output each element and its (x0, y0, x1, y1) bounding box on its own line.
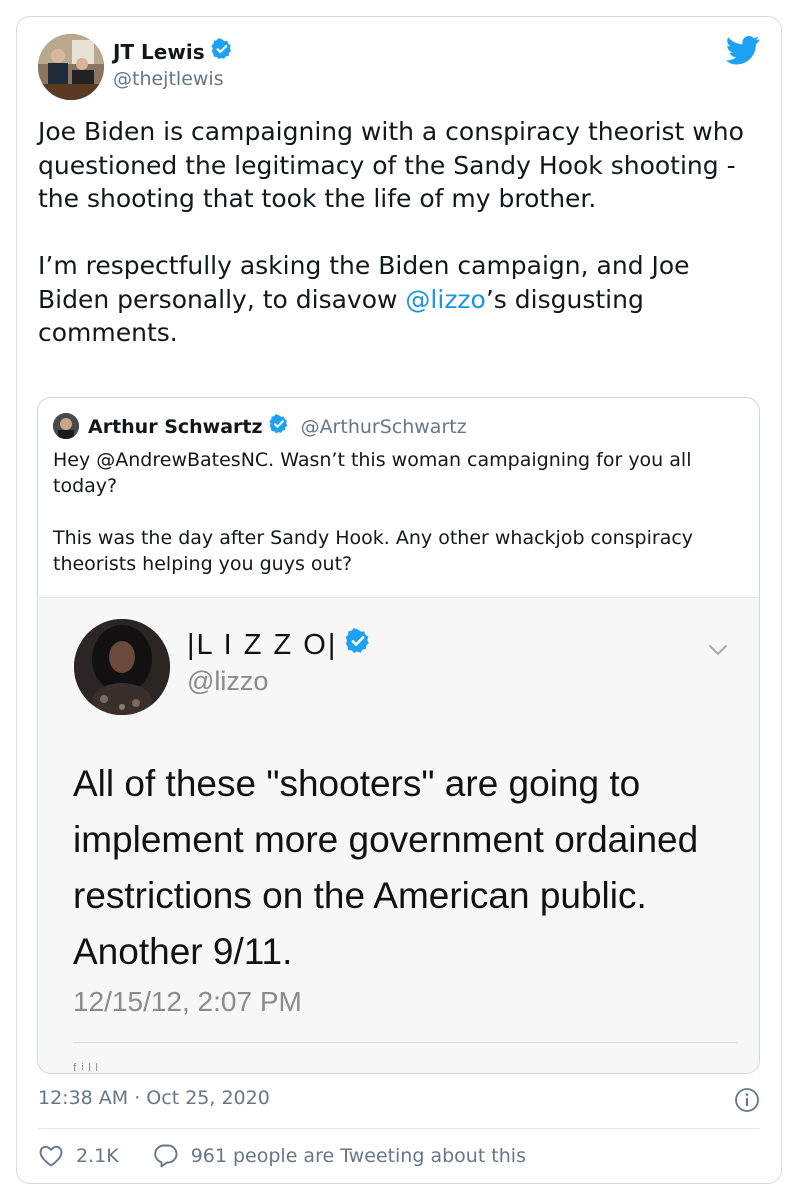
verified-badge-icon (268, 414, 289, 439)
screenshot-author-row: |L I Z Z O| (187, 628, 371, 662)
speech-bubble-icon (153, 1143, 179, 1169)
author-name[interactable]: JT Lewis (113, 40, 205, 64)
screenshot-cut-off-text: ᶠ ⁱ ˡ ˡ (73, 1062, 98, 1074)
lizzo-mention-link[interactable]: @lizzo (405, 285, 485, 314)
tweet-paragraph-1: Joe Biden is campaigning with a conspira… (38, 117, 744, 213)
screenshot-timestamp: 12/15/12, 2:07 PM (73, 986, 302, 1017)
quoted-text: Hey @AndrewBatesNC. Wasn’t this woman ca… (53, 447, 743, 577)
embedded-screenshot-image[interactable]: |L I Z Z O| @lizzo All of these "shooter… (39, 597, 759, 1074)
like-count: 2.1K (76, 1145, 119, 1167)
quoted-author-avatar[interactable] (53, 413, 79, 439)
quoted-author-handle[interactable]: @ArthurSchwartz (301, 416, 467, 438)
screenshot-author-handle: @lizzo (187, 666, 269, 696)
tweet-actions: 2.1K 961 people are Tweeting about this (38, 1143, 560, 1169)
screenshot-author-name: |L I Z Z O| (187, 628, 338, 661)
screenshot-body-text: All of these "shooters" are going to imp… (73, 763, 699, 972)
footer-divider (38, 1128, 760, 1129)
info-icon[interactable] (734, 1087, 760, 1113)
author-handle[interactable]: @thejtlewis (113, 68, 224, 90)
screenshot-divider (73, 1042, 738, 1043)
tweeting-about-text: 961 people are Tweeting about this (190, 1145, 526, 1167)
heart-icon (38, 1144, 64, 1168)
quoted-author-row[interactable]: Arthur Schwartz @ArthurSchwartz (88, 414, 467, 439)
tweet-timestamp[interactable]: 12:38 AM · Oct 25, 2020 (38, 1087, 270, 1109)
author-avatar[interactable] (38, 34, 104, 100)
tweet-paragraph-2: I’m respectfully asking the Biden campai… (38, 249, 758, 350)
quoted-paragraph-1: Hey @AndrewBatesNC. Wasn’t this woman ca… (53, 449, 692, 497)
like-button[interactable]: 2.1K (38, 1144, 119, 1168)
verified-badge-icon (211, 38, 233, 65)
tweeting-about-button[interactable]: 961 people are Tweeting about this (153, 1143, 526, 1169)
twitter-bird-icon[interactable] (725, 35, 760, 65)
quoted-author-name[interactable]: Arthur Schwartz (88, 416, 263, 438)
screenshot-avatar (74, 619, 170, 715)
verified-badge-icon (345, 628, 371, 662)
chevron-down-icon (708, 642, 728, 656)
quoted-tweet[interactable]: Arthur Schwartz @ArthurSchwartz Hey @And… (37, 397, 760, 1074)
tweet-text: Joe Biden is campaigning with a conspira… (38, 115, 758, 350)
author-name-row[interactable]: JT Lewis (113, 38, 233, 65)
quoted-paragraph-2: This was the day after Sandy Hook. Any o… (53, 527, 694, 575)
